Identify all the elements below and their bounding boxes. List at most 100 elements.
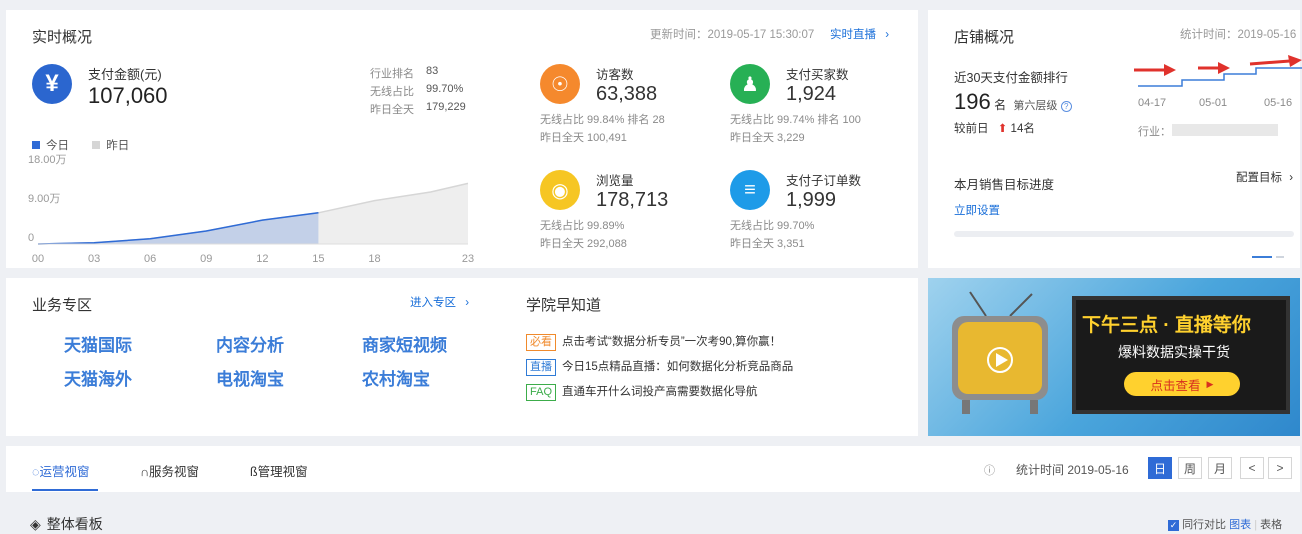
chevron-right-icon: › xyxy=(465,297,470,309)
rank-block: 196 名 第六层级 ? xyxy=(954,89,1072,115)
red-arrow-icon xyxy=(1134,64,1176,76)
metric-value: 63,388 xyxy=(596,83,658,105)
tab-service-label: 服务视窗 xyxy=(148,465,199,479)
y-tick-label: 0 xyxy=(28,232,34,244)
x-tick-label: 09 xyxy=(200,253,212,265)
info-icon[interactable]: ⓘ xyxy=(984,462,995,478)
academy-tag: 必看 xyxy=(526,334,556,351)
academy-item[interactable]: FAQ 直通车开什么词投产高需要数据化导航 xyxy=(526,383,758,401)
academy-tag: FAQ xyxy=(526,384,557,401)
goal-set-link[interactable]: 立即设置 xyxy=(954,202,1000,218)
academy-item[interactable]: 直播 今日15点精品直播：如何数据化分析竞品商品 xyxy=(526,358,793,376)
industry-value-blurred xyxy=(1172,124,1278,136)
banner-cta-button[interactable]: 点击查看 ▶ xyxy=(1124,372,1240,396)
goal-title: 本月销售目标进度 xyxy=(954,178,1055,192)
live-link-label: 实时直播 xyxy=(830,29,876,41)
shop-stat-time: 统计时间：2019-05-16 xyxy=(1180,29,1297,41)
headset-icon: ∩ xyxy=(140,465,149,479)
business-title: 业务专区 xyxy=(32,297,93,314)
chart-legend: 今日 昨日 xyxy=(32,137,129,153)
biz-link-tmall-overseas[interactable]: 天猫海外 xyxy=(64,365,132,390)
metric-sub-2: 昨日全天 100,491 xyxy=(540,132,627,144)
rank-number: 196 xyxy=(954,89,991,114)
business-academy-panel: 业务专区 进入专区 › 天猫国际 内容分析 商家短视频 天猫海外 电视淘宝 农村… xyxy=(6,278,918,436)
date-1: 05-01 xyxy=(1199,97,1228,109)
buyer-icon: ♟ xyxy=(730,64,770,104)
academy-text: 直通车开什么词投产高需要数据化导航 xyxy=(562,386,758,398)
x-tick-label: 03 xyxy=(88,253,100,265)
period-day-button[interactable]: 日 xyxy=(1148,457,1172,479)
series-area xyxy=(38,212,319,244)
tv-illustration-icon xyxy=(952,291,1048,414)
metric-value: 1,924 xyxy=(786,83,837,105)
x-tick-label: 23 xyxy=(462,253,474,265)
metric-sub-1: 无线占比 99.84% 排名 28 xyxy=(540,114,665,126)
tab-operation[interactable]: ◌运营视窗 xyxy=(32,461,89,480)
shop-title: 店铺概况 xyxy=(954,29,1015,46)
order-icon: ≡ xyxy=(730,170,770,210)
period-week-button[interactable]: 周 xyxy=(1178,457,1202,479)
tabs-stat-time: 统计时间 2019-05-16 xyxy=(1016,463,1129,477)
goal-progress-bar xyxy=(954,231,1294,237)
metric-sub-2: 昨日全天 292,088 xyxy=(540,238,627,250)
table-toggle[interactable]: 表格 xyxy=(1260,519,1282,531)
tab-service[interactable]: ∩服务视窗 xyxy=(140,461,199,480)
yuan-icon: ¥ xyxy=(32,64,72,104)
compare-value: 14名 xyxy=(1010,123,1035,135)
metric-sub-2: 昨日全天 3,351 xyxy=(730,238,805,250)
metric-sub-1: 无线占比 99.74% 排名 100 xyxy=(730,114,861,126)
period-month-button[interactable]: 月 xyxy=(1208,457,1232,479)
view-tabs-bar: ◌运营视窗 ∩服务视窗 ß管理视窗 ⓘ 统计时间 2019-05-16 xyxy=(6,446,1300,492)
academy-tag: 直播 xyxy=(526,359,556,376)
live-link[interactable]: 实时直播 › xyxy=(830,26,889,42)
biz-link-short-video[interactable]: 商家短视频 xyxy=(362,331,447,356)
layers-icon: ◈ xyxy=(30,516,41,532)
pay-amount-label: 支付金额(元) xyxy=(88,67,162,82)
tab-management-label: 管理视窗 xyxy=(257,465,308,479)
shop-panel: 店铺概况 统计时间：2019-05-16 近30天支付金额排行 196 名 第六… xyxy=(928,10,1302,268)
realtime-panel: 实时概况 更新时间：2019-05-17 15:30:07 实时直播 › ¥ 支… xyxy=(6,10,918,268)
biz-link-rural-taobao[interactable]: 农村淘宝 xyxy=(362,365,430,390)
y-tick-label: 18.00万 xyxy=(28,154,67,166)
metric-sub-2: 昨日全天 3,229 xyxy=(730,132,805,144)
tier-label: 第六层级 xyxy=(1013,100,1058,112)
prev-button[interactable]: < xyxy=(1240,457,1264,479)
rank-label: 行业排名 xyxy=(370,68,414,80)
next-button[interactable]: > xyxy=(1268,457,1292,479)
live-banner[interactable]: 下午三点 · 直播等你 爆料数据实操干货 点击查看 ▶ xyxy=(928,278,1300,436)
x-tick-label: 15 xyxy=(312,253,324,265)
tab-management[interactable]: ß管理视窗 xyxy=(250,461,308,480)
rank-trend-chart xyxy=(1134,55,1302,87)
business-enter-label: 进入专区 xyxy=(410,297,456,309)
metric-sub-1: 无线占比 99.70% xyxy=(730,220,815,232)
compare-checkbox[interactable]: ✓ xyxy=(1168,519,1179,531)
chevron-right-icon: › xyxy=(1289,172,1294,184)
academy-item[interactable]: 必看 点击考试“数据分析专员”一次考90,算你赢！ xyxy=(526,333,781,351)
industry-label: 行业： xyxy=(1138,126,1171,138)
legend-today[interactable]: 今日 xyxy=(32,140,69,152)
carousel-dot[interactable] xyxy=(1252,256,1272,258)
banner-headline: 下午三点 · 直播等你 xyxy=(1082,315,1251,336)
yesterday-label: 昨日全天 xyxy=(370,104,414,116)
wireless-label: 无线占比 xyxy=(370,86,414,98)
x-tick-label: 18 xyxy=(368,253,380,265)
business-enter-link[interactable]: 进入专区 › xyxy=(410,294,469,310)
footprint-icon: ☉ xyxy=(540,64,580,104)
biz-link-content-analysis[interactable]: 内容分析 xyxy=(216,331,284,356)
compare-label: 同行对比 xyxy=(1182,519,1227,531)
biz-link-tv-taobao[interactable]: 电视淘宝 xyxy=(216,365,284,390)
y-tick-label: 9.00万 xyxy=(28,193,60,205)
help-icon[interactable]: ? xyxy=(1060,101,1072,112)
chart-toggle[interactable]: 图表 xyxy=(1229,519,1251,531)
red-arrow-icon xyxy=(1198,62,1230,74)
carousel-dot[interactable] xyxy=(1276,256,1284,258)
chevron-right-icon: › xyxy=(885,29,890,41)
metric-value: 1,999 xyxy=(786,189,837,211)
compare-row: 较前日 ⬆ 14名 xyxy=(954,120,1035,136)
biz-link-tmall-global[interactable]: 天猫国际 xyxy=(64,331,132,356)
legend-yesterday[interactable]: 昨日 xyxy=(92,140,129,152)
goal-config[interactable]: 配置目标 › xyxy=(1236,169,1293,185)
compare-label: 较前日 xyxy=(954,123,989,135)
play-icon: ▶ xyxy=(1206,378,1214,389)
pay-amount-value: 107,060 xyxy=(88,83,168,108)
